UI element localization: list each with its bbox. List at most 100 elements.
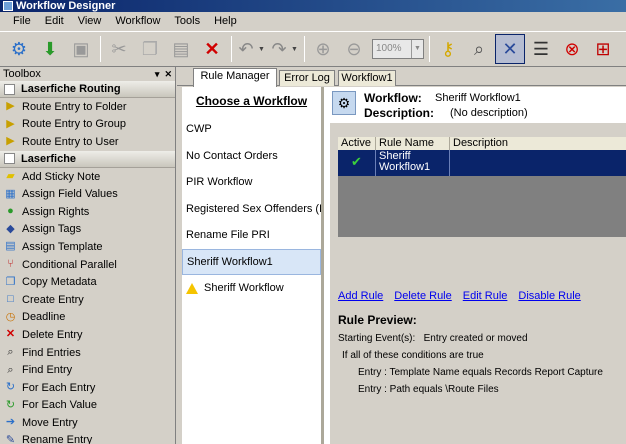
delete-entry-icon: ✕ <box>5 328 16 341</box>
close-icon[interactable]: ✕ <box>164 69 172 80</box>
description-label: Description: <box>364 106 435 120</box>
toolbox-item-route-entry-to-group[interactable]: ▶ Route Entry to Group <box>0 116 175 134</box>
menu-edit[interactable]: Edit <box>38 12 71 31</box>
toolbox-item-assign-rights[interactable]: ● Assign Rights <box>0 203 175 221</box>
paste-icon[interactable]: ▤ <box>166 34 196 64</box>
key-icon[interactable]: ⚷ <box>433 34 463 64</box>
sticky-note-icon: ▰ <box>6 170 15 183</box>
workflow-item-sheriff-workflow1[interactable]: Sheriff Workflow1 <box>182 248 321 275</box>
collapse-icon[interactable] <box>4 153 15 165</box>
toolbox-item-label: Rename Entry <box>22 434 93 444</box>
delete-icon[interactable]: ✕ <box>197 34 227 64</box>
rule-preview: Rule Preview: Starting Event(s): Entry c… <box>330 303 626 444</box>
collapse-icon[interactable] <box>4 83 15 95</box>
toolbox-category-routing[interactable]: Laserfiche Routing <box>0 81 175 98</box>
stop-icon[interactable]: ⊗ <box>557 34 587 64</box>
redo-icon[interactable]: ↷ <box>268 34 290 64</box>
undo-dropdown-icon[interactable]: ▼ <box>258 46 266 53</box>
for-each-value-icon: ↻ <box>5 398 16 411</box>
workflow-item-cwp[interactable]: CWP <box>182 116 321 143</box>
undo-icon[interactable]: ↶ <box>235 34 257 64</box>
delete-rule-link[interactable]: Delete Rule <box>394 290 451 302</box>
toolbox-item-route-entry-to-folder[interactable]: ▶ Route Entry to Folder <box>0 98 175 116</box>
toolbox-item-deadline[interactable]: ◷ Deadline <box>0 309 175 327</box>
toolbox-category-laserfiche[interactable]: Laserfiche <box>0 150 175 168</box>
workflow-item-sheriff-workflow[interactable]: Sheriff Workflow <box>182 275 321 302</box>
workflow-item-label: No Contact Orders <box>186 149 278 162</box>
cut-icon[interactable]: ✂ <box>104 34 134 64</box>
delete-workflow-icon[interactable]: ▣ <box>66 34 96 64</box>
copy-icon[interactable]: ❐ <box>135 34 165 64</box>
menu-view[interactable]: View <box>71 12 109 31</box>
menu-help[interactable]: Help <box>207 12 244 31</box>
toolbox-item-label: Assign Template <box>22 240 103 253</box>
toolbox-item-assign-template[interactable]: ▤ Assign Template <box>0 238 175 256</box>
rule-name-line: Workflow1 <box>379 161 431 173</box>
toolbox-item-label: Add Sticky Note <box>22 170 101 183</box>
toolbox-item-delete-entry[interactable]: ✕ Delete Entry <box>0 326 175 344</box>
add-rule-link[interactable]: Add Rule <box>338 290 383 302</box>
toolbox-item-label: Copy Metadata <box>22 276 97 289</box>
active-check-icon[interactable]: ✔ <box>338 150 376 176</box>
zoom-select[interactable]: 100% ▼ <box>372 39 424 59</box>
toolbox-item-conditional-parallel[interactable]: ⑂ Conditional Parallel <box>0 256 175 274</box>
publish-icon[interactable]: ⬇ <box>35 34 65 64</box>
rule-name-cell: Sheriff Workflow1 <box>376 150 450 176</box>
rules-grid-header: Active Rule Name Description <box>338 137 626 150</box>
expand-icon[interactable]: ⊞ <box>588 34 618 64</box>
find-entries-icon: ⌕ <box>7 346 14 359</box>
tab-rule-manager[interactable]: Rule Manager <box>193 68 277 87</box>
rule-manager-icon[interactable]: ✕ <box>495 34 525 64</box>
toolbox-item-for-each-value[interactable]: ↻ For Each Value <box>0 397 175 415</box>
zoom-out-icon[interactable]: ⊖ <box>339 34 369 64</box>
tab-workflow1[interactable]: Workflow1 <box>338 70 396 86</box>
toolbox-item-create-entry[interactable]: □ Create Entry <box>0 291 175 309</box>
workflow-item-rename-file-pri[interactable]: Rename File PRI <box>182 222 321 249</box>
toolbox-item-find-entries[interactable]: ⌕ Find Entries <box>0 344 175 362</box>
toolbox-item-move-entry[interactable]: ➔ Move Entry <box>0 414 175 432</box>
window-titlebar[interactable]: Workflow Designer <box>0 0 626 12</box>
rename-entry-icon: ✎ <box>5 433 16 444</box>
toolbox-item-add-sticky-note[interactable]: ▰ Add Sticky Note <box>0 168 175 186</box>
toolbox-item-assign-tags[interactable]: ◆ Assign Tags <box>0 221 175 239</box>
workflow-detail-panel: ⚙ Workflow: Sheriff Workflow1 Descriptio… <box>322 87 626 444</box>
workflow-item-label: CWP <box>186 123 212 136</box>
toolbox-item-copy-metadata[interactable]: ❐ Copy Metadata <box>0 273 175 291</box>
table-row[interactable]: ✔ Sheriff Workflow1 <box>338 150 626 176</box>
workflow-item-label: PIR Workflow <box>186 176 253 189</box>
toolbox-title: Toolbox <box>3 68 41 80</box>
toolbox-item-label: Route Entry to Folder <box>22 100 127 113</box>
menu-tools[interactable]: Tools <box>167 12 207 31</box>
workflow-item-label: Rename File PRI <box>186 229 270 242</box>
tab-error-log[interactable]: Error Log <box>279 70 335 86</box>
toolbox-item-find-entry[interactable]: ⌕ Find Entry <box>0 361 175 379</box>
toolbox-item-route-entry-to-user[interactable]: ▶ Route Entry to User <box>0 133 175 151</box>
redo-dropdown-icon[interactable]: ▼ <box>291 46 299 53</box>
toolbox-item-label: Route Entry to Group <box>22 118 126 131</box>
chevron-down-icon[interactable]: ▼ <box>411 40 423 58</box>
app-icon <box>3 1 13 11</box>
column-description[interactable]: Description <box>450 137 626 150</box>
rule-description-cell <box>450 150 626 176</box>
find-entry-icon: ⌕ <box>7 363 14 376</box>
edit-rule-link[interactable]: Edit Rule <box>463 290 508 302</box>
zoom-in-icon[interactable]: ⊕ <box>308 34 338 64</box>
toolbox-item-for-each-entry[interactable]: ↻ For Each Entry <box>0 379 175 397</box>
menu-workflow[interactable]: Workflow <box>108 12 167 31</box>
list-icon[interactable]: ☰ <box>526 34 556 64</box>
toolbox-item-assign-field-values[interactable]: ▦ Assign Field Values <box>0 185 175 203</box>
workflow-item-registered-sex-offenders[interactable]: Registered Sex Offenders (R... <box>182 196 321 223</box>
new-workflow-icon[interactable]: ⚙ <box>4 34 34 64</box>
toolbar-separator <box>429 36 430 62</box>
workflow-item-pir-workflow[interactable]: PIR Workflow <box>182 169 321 196</box>
toolbox-item-rename-entry[interactable]: ✎ Rename Entry <box>0 432 175 444</box>
find-icon[interactable]: ⌕ <box>464 34 494 64</box>
column-active[interactable]: Active <box>338 137 376 150</box>
menu-file[interactable]: File <box>6 12 38 31</box>
parallel-icon: ⑂ <box>7 258 14 271</box>
create-entry-icon: □ <box>7 293 14 306</box>
pin-icon[interactable]: ▾ <box>155 69 160 80</box>
column-rule-name[interactable]: Rule Name <box>376 137 450 150</box>
workflow-item-no-contact-orders[interactable]: No Contact Orders <box>182 143 321 170</box>
disable-rule-link[interactable]: Disable Rule <box>518 290 580 302</box>
